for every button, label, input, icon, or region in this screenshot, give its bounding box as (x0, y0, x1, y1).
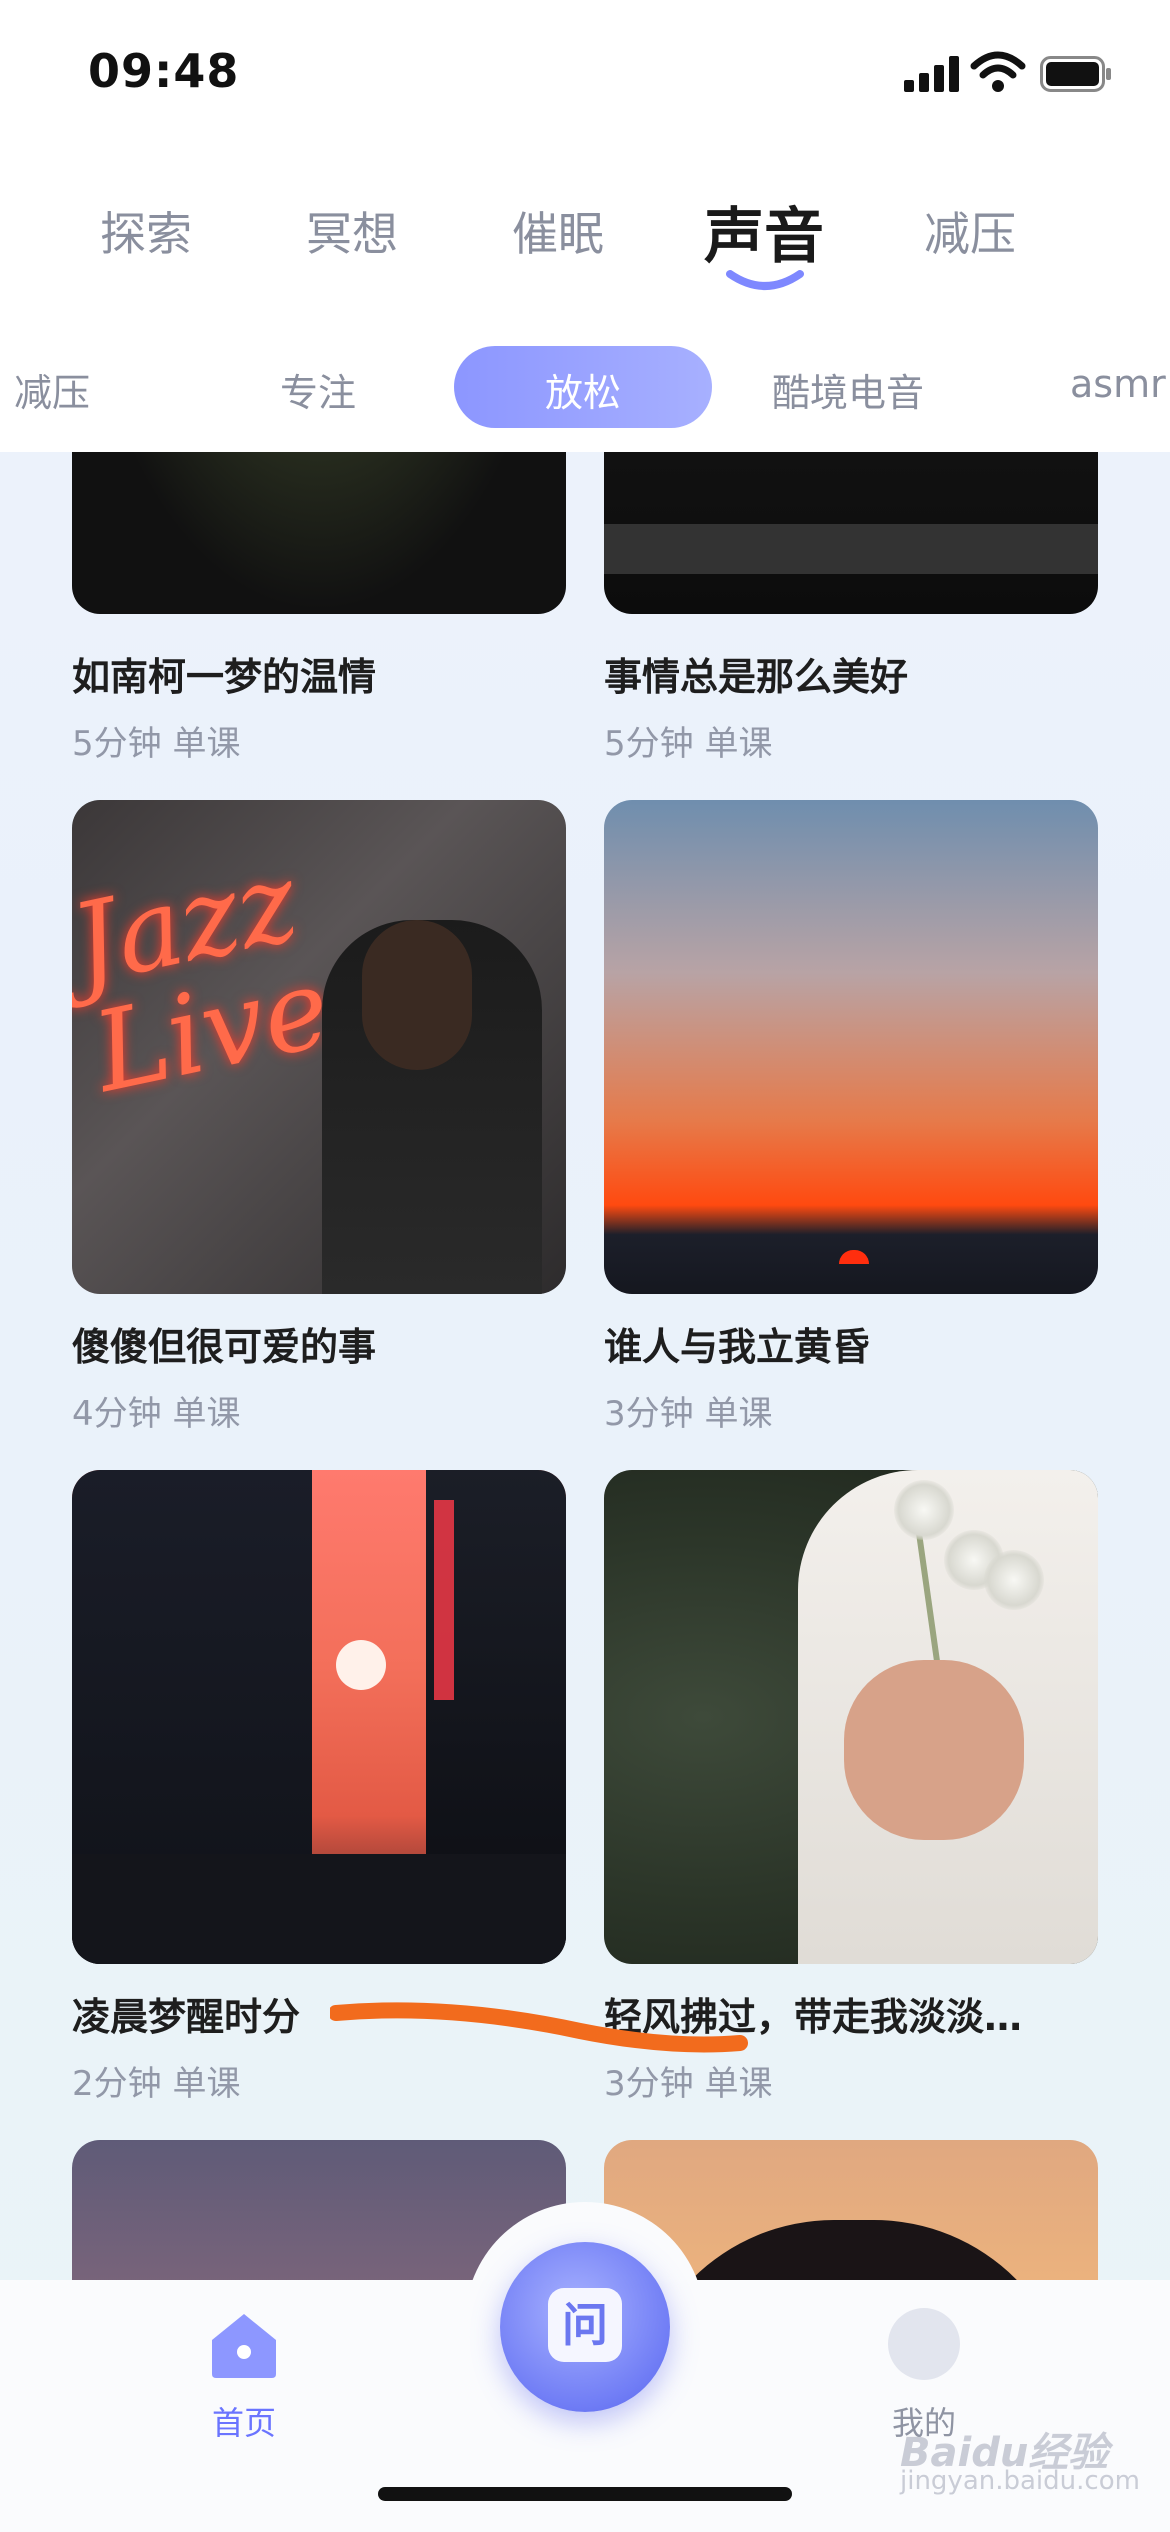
card-image-stage[interactable] (604, 452, 1098, 614)
card-image-vinyl[interactable] (72, 452, 566, 614)
tab-sound[interactable]: 声音 (704, 188, 824, 275)
subtab-relax[interactable]: 放松 (545, 362, 621, 417)
card-meta: 5分钟 单课 (604, 724, 773, 764)
tab-home-label: 首页 (211, 2404, 276, 2442)
card-meta: 3分钟 单课 (604, 1394, 773, 1434)
dandelion-puff (894, 1480, 954, 1540)
card-title[interactable]: 傻傻但很可爱的事 (72, 1316, 376, 1371)
sun (336, 1640, 386, 1690)
neon-sign (434, 1500, 454, 1700)
home-indicator[interactable] (378, 2487, 792, 2501)
card-image-dandelion[interactable] (604, 1470, 1098, 1964)
card-title[interactable]: 事情总是那么美好 (604, 646, 908, 701)
home-icon (212, 2314, 276, 2378)
status-time: 09:48 (88, 44, 240, 98)
wifi-icon (970, 51, 1026, 92)
profile-icon (888, 2308, 960, 2380)
card-meta: 2分钟 单课 (72, 2064, 241, 2104)
person-head (362, 920, 472, 1070)
card-title[interactable]: 凌晨梦醒时分 (72, 1986, 300, 2041)
subtab-electronic[interactable]: 酷境电音 (772, 362, 924, 417)
tab-home[interactable]: 首页 (180, 2296, 320, 2442)
card-image-sunset[interactable] (604, 800, 1098, 1294)
content-feed[interactable]: 如南柯一梦的温情 5分钟 单课 事情总是那么美好 5分钟 单课 Jazz Liv… (0, 452, 1170, 2280)
tab-decompress[interactable]: 减压 (924, 198, 1016, 264)
subtab-decompress[interactable]: 减压 (14, 362, 90, 417)
tab-hypnosis[interactable]: 催眠 (512, 198, 604, 264)
tab-meditation[interactable]: 冥想 (306, 198, 398, 264)
header: 探索 冥想 催眠 声音 减压 减压 专注 放松 酷境电音 asmr (0, 150, 1170, 452)
card-meta: 4分钟 单课 (72, 1394, 241, 1434)
street (72, 1854, 566, 1964)
tab-center-button[interactable]: 问 (500, 2242, 670, 2412)
card-image-jazz[interactable]: Jazz Live (72, 800, 566, 1294)
watermark-sub: jingyan.baidu.com (900, 2466, 1140, 2496)
ask-icon: 问 (548, 2288, 622, 2362)
tab-explore[interactable]: 探索 (100, 198, 192, 264)
card-title[interactable]: 轻风拂过，带走我淡淡… (604, 1986, 1022, 2041)
card-meta: 5分钟 单课 (72, 724, 241, 764)
signal-icon (904, 56, 959, 92)
active-tab-indicator (726, 270, 804, 290)
subtab-asmr[interactable]: asmr (1070, 362, 1166, 406)
card-title[interactable]: 谁人与我立黄昏 (604, 1316, 870, 1371)
dandelion-puff (984, 1550, 1044, 1610)
card-title[interactable]: 如南柯一梦的温情 (72, 646, 376, 701)
card-image-city[interactable] (72, 1470, 566, 1964)
status-bar: 09:48 (0, 0, 1170, 150)
hands (844, 1660, 1024, 1840)
card-meta: 3分钟 单课 (604, 2064, 773, 2104)
battery-icon (1040, 56, 1111, 92)
subtab-focus[interactable]: 专注 (280, 362, 356, 417)
tab-profile[interactable]: 我的 (860, 2296, 988, 2442)
